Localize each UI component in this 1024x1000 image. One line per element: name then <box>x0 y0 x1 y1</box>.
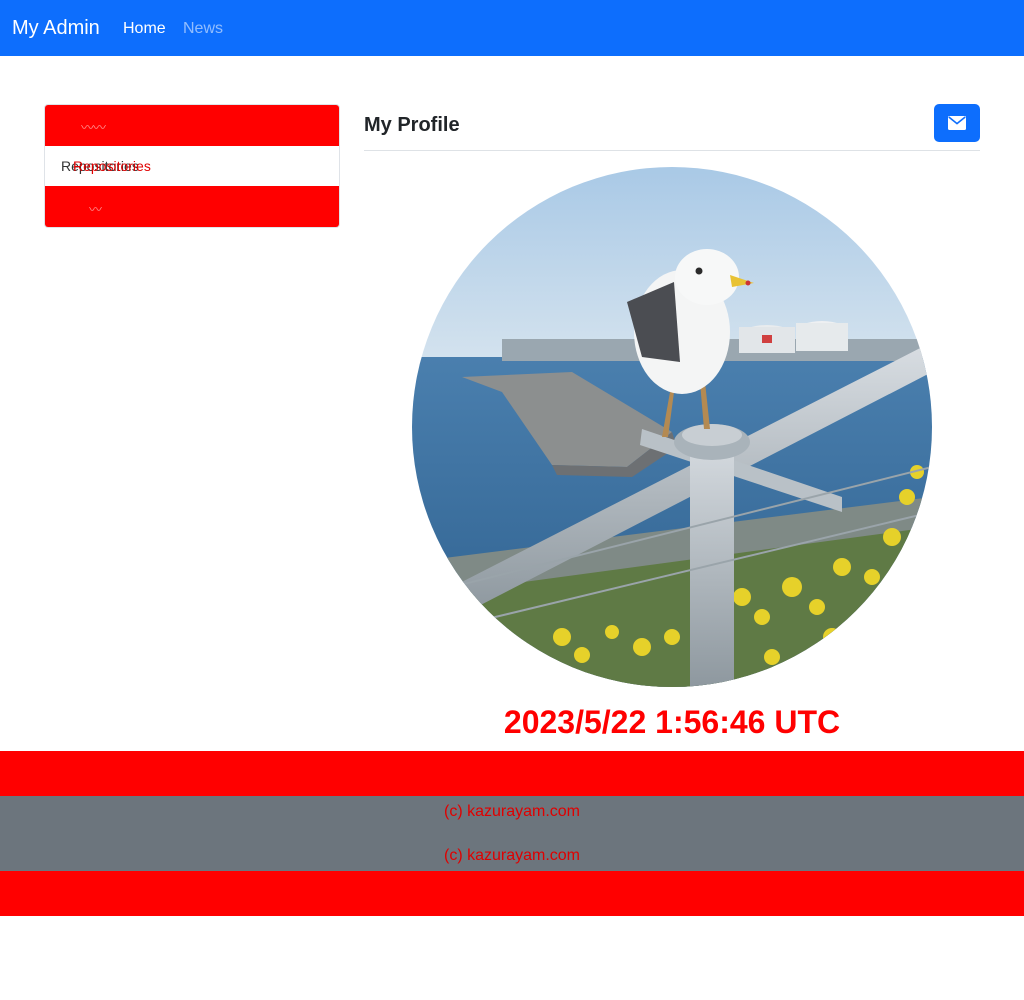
nav-link-news[interactable]: News <box>183 19 223 39</box>
highlight-band-bottom <box>0 871 1024 916</box>
mail-button[interactable] <box>934 104 980 142</box>
footer: (c) kazurayam.com (c) kazurayam.com <box>0 796 1024 871</box>
seagull-photo <box>412 167 932 687</box>
envelope-icon <box>948 116 966 130</box>
navbar-brand[interactable]: My Admin <box>12 16 100 40</box>
highlight-band-top <box>0 751 1024 796</box>
footer-copyright-overlay: (c) kazurayam.com <box>443 847 581 864</box>
page-title: My Profile <box>364 114 460 136</box>
profile-header: My Profile <box>364 104 980 151</box>
profile-photo <box>412 167 932 687</box>
footer-copyright: (c) kazurayam.com <box>443 803 581 820</box>
timestamp: 2023/5/22 1:56:46 UTC <box>503 704 841 740</box>
sidebar-list: 〰〰 Repositories Repositories 〰 <box>44 104 340 228</box>
sidebar-item-highlight-bottom[interactable]: 〰 <box>45 186 339 227</box>
sidebar-item-highlight-top[interactable]: 〰〰 <box>45 105 339 146</box>
top-navbar: My Admin Home News <box>0 0 1024 56</box>
ghost-glyph: 〰〰 <box>81 120 106 135</box>
ghost-glyph: 〰 <box>89 202 102 217</box>
nav-link-home[interactable]: Home <box>123 19 166 39</box>
sidebar-item-label-overlay: Repositories <box>73 158 151 174</box>
sidebar-item-repositories[interactable]: Repositories Repositories <box>45 146 339 186</box>
